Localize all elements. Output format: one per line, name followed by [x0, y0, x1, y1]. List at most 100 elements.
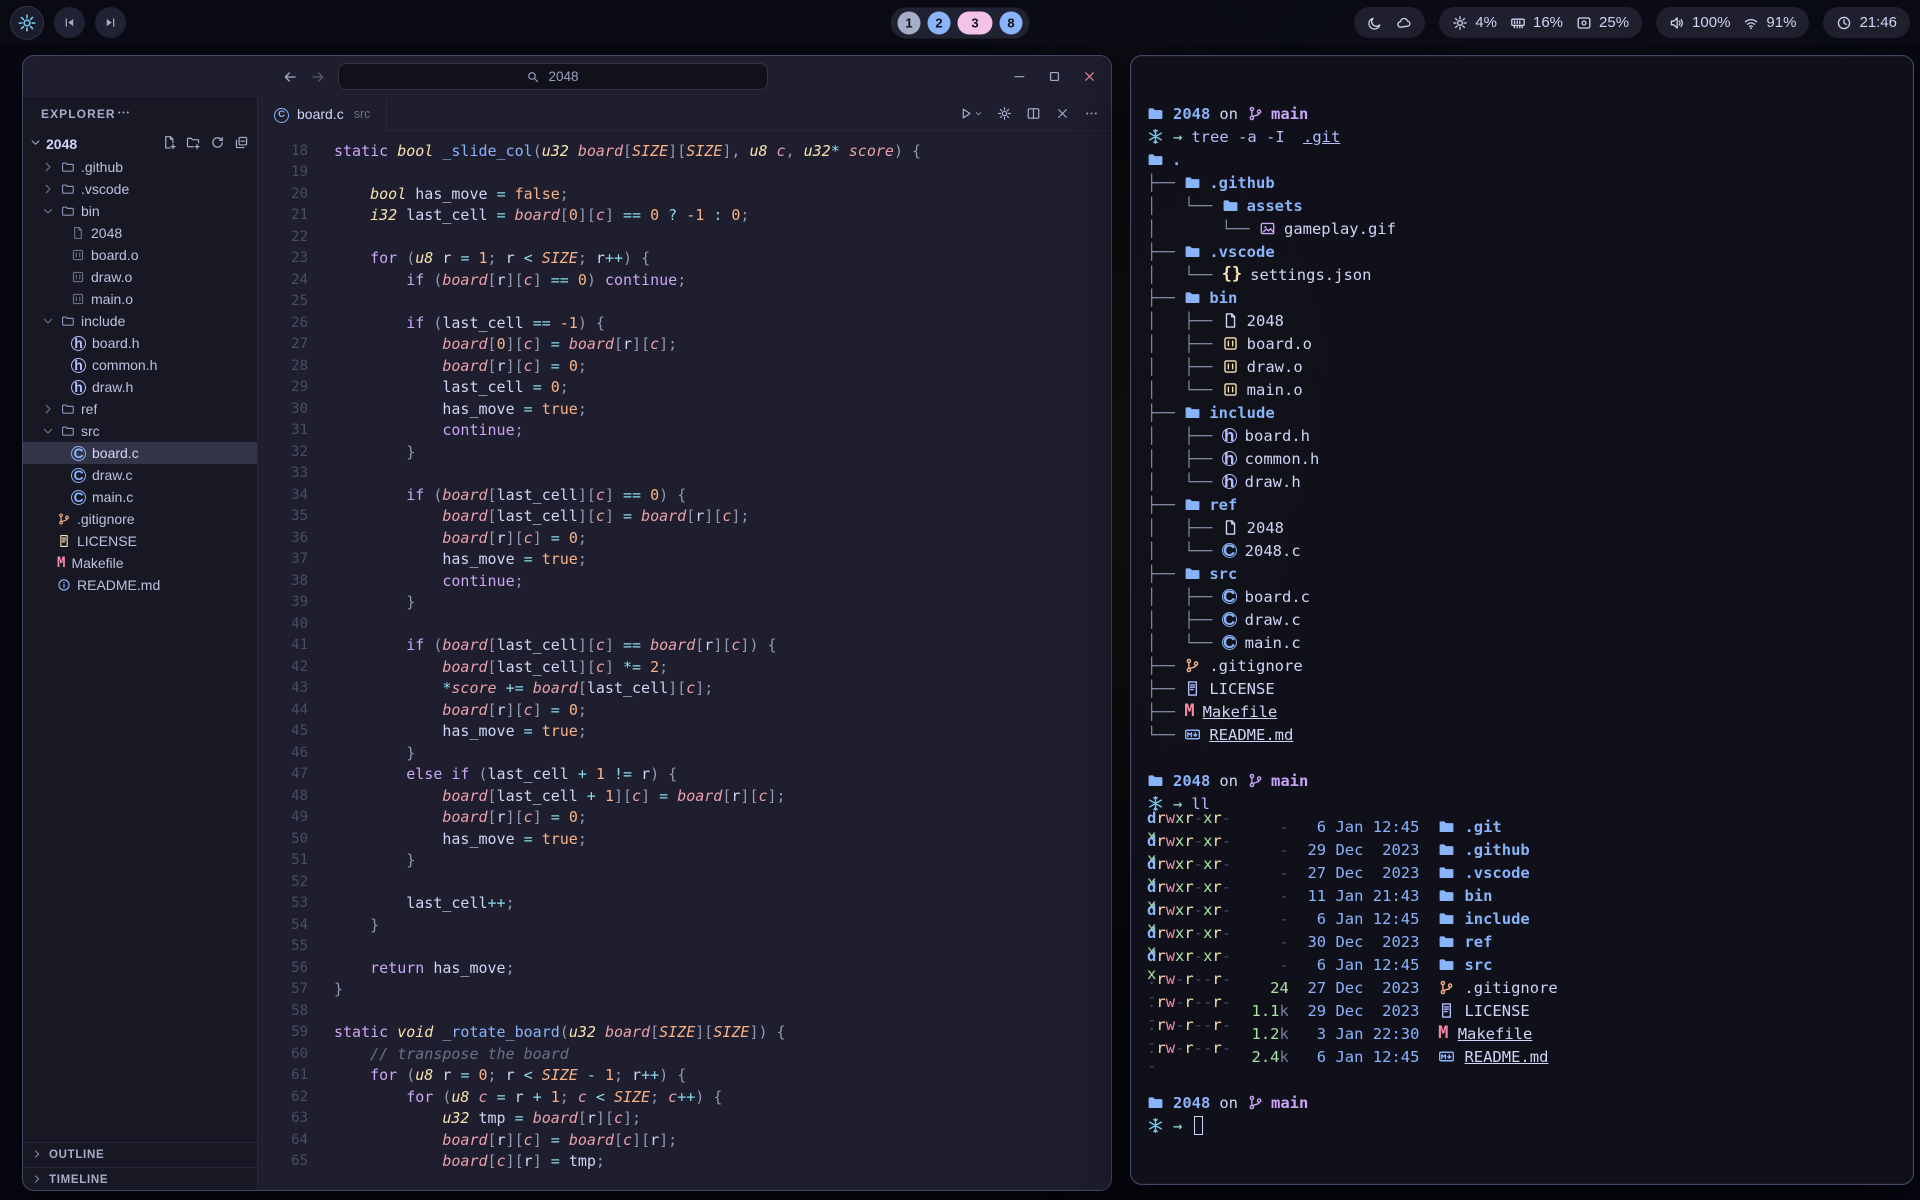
status-pill-weather[interactable]: [1354, 7, 1425, 38]
code-line[interactable]: 52: [258, 871, 1111, 893]
code-line[interactable]: 40: [258, 613, 1111, 635]
code-line[interactable]: 19: [258, 162, 1111, 184]
code-line[interactable]: 58: [258, 1000, 1111, 1022]
code-line[interactable]: 60 // transpose the board: [258, 1043, 1111, 1065]
code-line[interactable]: 28 board[r][c] = 0;: [258, 355, 1111, 377]
code-line[interactable]: 65 board[c][r] = tmp;: [258, 1151, 1111, 1173]
code-line[interactable]: 64 board[r][c] = board[c][r];: [258, 1129, 1111, 1151]
new-folder-button[interactable]: [186, 135, 201, 153]
more-actions-icon[interactable]: [116, 105, 131, 123]
close-button[interactable]: [1082, 69, 1097, 84]
workspace-8-button[interactable]: 8: [1000, 11, 1023, 34]
explorer-item-include[interactable]: include: [23, 310, 257, 332]
status-pill-system[interactable]: 4%16%25%: [1439, 7, 1642, 38]
code-line[interactable]: 36 board[r][c] = 0;: [258, 527, 1111, 549]
run-button[interactable]: [958, 106, 983, 121]
code-line[interactable]: 23 for (u8 r = 1; r < SIZE; r++) {: [258, 248, 1111, 270]
explorer-root-folder[interactable]: 2048: [23, 131, 257, 156]
code-line[interactable]: 31 continue;: [258, 420, 1111, 442]
explorer-item-Makefile[interactable]: MMakefile: [23, 552, 257, 574]
code-line[interactable]: 59static void _rotate_board(u32 board[SI…: [258, 1022, 1111, 1044]
more-actions-button[interactable]: [1084, 106, 1099, 121]
code-line[interactable]: 21 i32 last_cell = board[0][c] == 0 ? -1…: [258, 205, 1111, 227]
explorer-item-.vscode[interactable]: .vscode: [23, 178, 257, 200]
code-line[interactable]: 18static bool _slide_col(u32 board[SIZE]…: [258, 140, 1111, 162]
refresh-button[interactable]: [210, 135, 225, 153]
code-line[interactable]: 53 last_cell++;: [258, 893, 1111, 915]
code-line[interactable]: 38 continue;: [258, 570, 1111, 592]
code-line[interactable]: 49 board[r][c] = 0;: [258, 807, 1111, 829]
code-line[interactable]: 30 has_move = true;: [258, 398, 1111, 420]
code-line[interactable]: 44 board[r][c] = 0;: [258, 699, 1111, 721]
code-line[interactable]: 48 board[last_cell + 1][c] = board[r][c]…: [258, 785, 1111, 807]
close-editor-button[interactable]: [1055, 106, 1070, 121]
code-line[interactable]: 51 }: [258, 850, 1111, 872]
code-line[interactable]: 26 if (last_cell == -1) {: [258, 312, 1111, 334]
command-center-search[interactable]: 2048: [338, 63, 768, 90]
code-line[interactable]: 27 board[0][c] = board[r][c];: [258, 334, 1111, 356]
terminal-window[interactable]: 2048onmain→tree -a -I .git.├── .github│ …: [1130, 55, 1914, 1185]
media-prev-button[interactable]: [54, 7, 85, 38]
code-line[interactable]: 39 }: [258, 592, 1111, 614]
tab-board-c[interactable]: C board.c src: [258, 97, 387, 131]
code-line[interactable]: 62 for (u8 c = r + 1; c < SIZE; c++) {: [258, 1086, 1111, 1108]
status-pill-clock[interactable]: 21:46: [1823, 7, 1910, 38]
maximize-button[interactable]: [1047, 69, 1062, 84]
code-line[interactable]: 61 for (u8 r = 0; r < SIZE - 1; r++) {: [258, 1065, 1111, 1087]
media-next-button[interactable]: [95, 7, 126, 38]
code-line[interactable]: 50 has_move = true;: [258, 828, 1111, 850]
code-line[interactable]: 43 *score += board[last_cell][c];: [258, 678, 1111, 700]
code-line[interactable]: 46 }: [258, 742, 1111, 764]
code-line[interactable]: 57}: [258, 979, 1111, 1001]
explorer-item-.gitignore[interactable]: .gitignore: [23, 508, 257, 530]
nav-forward-button[interactable]: [310, 69, 326, 85]
explorer-item-board.o[interactable]: board.o: [23, 244, 257, 266]
explorer-item-draw.c[interactable]: Cdraw.c: [23, 464, 257, 486]
explorer-item-draw.o[interactable]: draw.o: [23, 266, 257, 288]
code-line[interactable]: 63 u32 tmp = board[r][c];: [258, 1108, 1111, 1130]
explorer-item-LICENSE[interactable]: LICENSE: [23, 530, 257, 552]
code-line[interactable]: 33: [258, 463, 1111, 485]
code-line[interactable]: 34 if (board[last_cell][c] == 0) {: [258, 484, 1111, 506]
explorer-item-src[interactable]: src: [23, 420, 257, 442]
workspace-2-button[interactable]: 2: [928, 11, 951, 34]
new-file-button[interactable]: [162, 135, 177, 153]
explorer-item-board.c[interactable]: Cboard.c: [23, 442, 257, 464]
code-line[interactable]: 42 board[last_cell][c] *= 2;: [258, 656, 1111, 678]
code-line[interactable]: 54 }: [258, 914, 1111, 936]
code-line[interactable]: 56 return has_move;: [258, 957, 1111, 979]
explorer-item-.github[interactable]: .github: [23, 156, 257, 178]
explorer-item-bin[interactable]: bin: [23, 200, 257, 222]
split-editor-button[interactable]: [1026, 106, 1041, 121]
workspace-1-button[interactable]: 1: [898, 11, 921, 34]
status-pill-audio-network[interactable]: 100%91%: [1656, 7, 1809, 38]
workspace-3-button[interactable]: 3: [958, 11, 993, 34]
timeline-section[interactable]: TIMELINE: [23, 1167, 257, 1191]
explorer-item-draw.h[interactable]: hdraw.h: [23, 376, 257, 398]
code-line[interactable]: 47 else if (last_cell + 1 != r) {: [258, 764, 1111, 786]
code-line[interactable]: 55: [258, 936, 1111, 958]
explorer-item-README.md[interactable]: README.md: [23, 574, 257, 596]
collapse-all-button[interactable]: [234, 135, 249, 153]
explorer-item-2048[interactable]: 2048: [23, 222, 257, 244]
explorer-item-main.c[interactable]: Cmain.c: [23, 486, 257, 508]
nav-back-button[interactable]: [282, 69, 298, 85]
explorer-item-common.h[interactable]: hcommon.h: [23, 354, 257, 376]
minimize-button[interactable]: [1012, 69, 1027, 84]
code-line[interactable]: 24 if (board[r][c] == 0) continue;: [258, 269, 1111, 291]
code-line[interactable]: 32 }: [258, 441, 1111, 463]
code-line[interactable]: 25: [258, 291, 1111, 313]
explorer-item-ref[interactable]: ref: [23, 398, 257, 420]
code-line[interactable]: 22: [258, 226, 1111, 248]
code-editor[interactable]: 18static bool _slide_col(u32 board[SIZE]…: [258, 131, 1111, 1191]
code-line[interactable]: 45 has_move = true;: [258, 721, 1111, 743]
code-line[interactable]: 37 has_move = true;: [258, 549, 1111, 571]
code-line[interactable]: 20 bool has_move = false;: [258, 183, 1111, 205]
explorer-item-board.h[interactable]: hboard.h: [23, 332, 257, 354]
code-line[interactable]: 41 if (board[last_cell][c] == board[r][c…: [258, 635, 1111, 657]
settings-gear-button[interactable]: [997, 106, 1012, 121]
code-line[interactable]: 29 last_cell = 0;: [258, 377, 1111, 399]
explorer-item-main.o[interactable]: main.o: [23, 288, 257, 310]
outline-section[interactable]: OUTLINE: [23, 1142, 257, 1167]
distro-logo-icon[interactable]: [10, 6, 44, 40]
